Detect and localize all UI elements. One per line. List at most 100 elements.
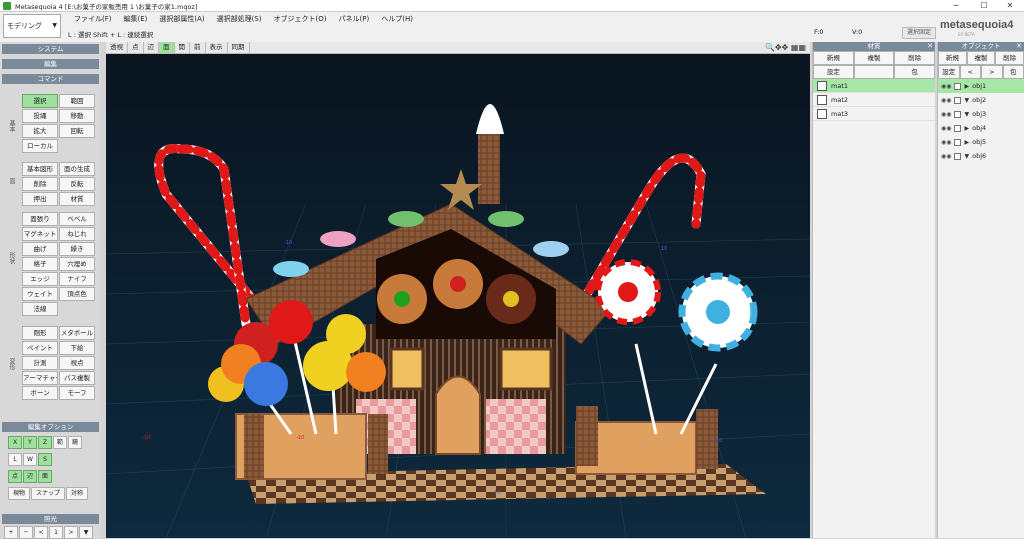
sculpt-button[interactable]: 剛形 <box>22 326 58 340</box>
material-settings-button[interactable]: 設定 <box>813 65 854 79</box>
add-light-button[interactable]: + <box>4 526 18 539</box>
view-edge-button[interactable]: 辺 <box>144 42 160 53</box>
perspective-button[interactable]: 透視 <box>106 42 128 53</box>
object-item[interactable]: ◉◉▶obj5 <box>938 135 1024 149</box>
menu-file[interactable]: ファイル(F) <box>68 14 118 25</box>
close-button[interactable]: ✕ <box>996 0 1024 12</box>
vertex-toggle[interactable]: 点 <box>8 470 22 483</box>
move-button[interactable]: 移動 <box>59 109 95 123</box>
local-button[interactable]: ローカル <box>22 139 58 153</box>
lock-checkbox[interactable] <box>954 97 961 104</box>
system-header[interactable]: システム <box>2 44 99 54</box>
expand-icon[interactable]: ▶ <box>964 125 969 132</box>
metaball-button[interactable]: メタボール <box>59 326 95 340</box>
remove-light-button[interactable]: ─ <box>19 526 33 539</box>
bone-button[interactable]: ボーン <box>22 386 58 400</box>
axis-z-toggle[interactable]: Z <box>38 436 52 449</box>
underlay-button[interactable]: 下絵 <box>59 341 95 355</box>
command-header[interactable]: コマンド <box>2 74 99 84</box>
edge-button[interactable]: エッジ <box>22 272 58 286</box>
material-item[interactable]: mat1 <box>813 79 935 93</box>
material-item[interactable]: mat2 <box>813 93 935 107</box>
extrude-button[interactable]: 押出 <box>22 192 58 206</box>
light-menu-button[interactable]: ▼ <box>79 526 93 539</box>
object-wrap-button[interactable]: 包 <box>1003 65 1024 79</box>
close-icon[interactable]: ✕ <box>1016 42 1022 51</box>
snap-button[interactable]: スナップ <box>31 487 65 500</box>
range-toggle[interactable]: 範 <box>53 436 67 449</box>
current-button[interactable]: 現物 <box>8 487 30 500</box>
mode-select[interactable]: モデリング ▼ <box>3 14 61 38</box>
magnet-button[interactable]: マグネット <box>22 227 58 241</box>
visibility-icon[interactable]: ◉◉ <box>941 153 951 160</box>
object-up-button[interactable]: < <box>960 65 982 79</box>
world-coord-toggle[interactable]: W <box>23 453 37 466</box>
lock-checkbox[interactable] <box>954 83 961 90</box>
object-item[interactable]: ◉◉▶obj1 <box>938 79 1024 93</box>
screen-coord-toggle[interactable]: S <box>38 453 52 466</box>
edge-toggle[interactable]: 辺 <box>23 470 37 483</box>
menu-selection-proc[interactable]: 選択部処理(S) <box>211 14 268 25</box>
knife-button[interactable]: ナイフ <box>59 272 95 286</box>
edit-options-header[interactable]: 編集オプション <box>2 422 99 432</box>
select-button[interactable]: 選択 <box>22 94 58 108</box>
light-index[interactable]: 1 <box>49 526 63 539</box>
material-wrap-button[interactable]: 包 <box>894 65 935 79</box>
lock-checkbox[interactable] <box>954 111 961 118</box>
view-nav-icons[interactable]: 🔍✥✥ ▦▦ <box>765 42 806 53</box>
visibility-icon[interactable]: ◉◉ <box>941 125 951 132</box>
object-duplicate-button[interactable]: 複製 <box>967 51 996 65</box>
visibility-icon[interactable]: ◉◉ <box>941 139 951 146</box>
view-front-button[interactable]: 前 <box>190 42 206 53</box>
expand-icon[interactable]: ▼ <box>964 111 969 118</box>
bend-button[interactable]: 曲げ <box>22 242 58 256</box>
morph-button[interactable]: モーフ <box>59 386 95 400</box>
armature-button[interactable]: アーマチャー <box>22 371 58 385</box>
lattice-button[interactable]: 格子 <box>22 257 58 271</box>
object-new-button[interactable]: 新規 <box>938 51 967 65</box>
create-face-button[interactable]: 面の生成 <box>59 162 95 176</box>
material-item[interactable]: mat3 <box>813 107 935 121</box>
menu-panel[interactable]: パネル(P) <box>333 14 376 25</box>
delete-button[interactable]: 削除 <box>22 177 58 191</box>
hole-fill-button[interactable]: 穴埋め <box>59 257 95 271</box>
visibility-icon[interactable]: ◉◉ <box>941 83 951 90</box>
view-face-button[interactable]: 面 <box>159 42 175 53</box>
close-icon[interactable]: ✕ <box>927 42 933 51</box>
object-item[interactable]: ◉◉▼obj3 <box>938 107 1024 121</box>
prev-light-button[interactable]: < <box>34 526 48 539</box>
lasso-button[interactable]: 投縄 <box>22 109 58 123</box>
menu-help[interactable]: ヘルプ(H) <box>375 14 419 25</box>
object-down-button[interactable]: > <box>981 65 1003 79</box>
visibility-icon[interactable]: ◉◉ <box>941 111 951 118</box>
object-item[interactable]: ◉◉▼obj2 <box>938 93 1024 107</box>
symmetry-button[interactable]: 対称 <box>66 487 88 500</box>
paint-button[interactable]: ペイント <box>22 341 58 355</box>
rotate-button[interactable]: 回転 <box>59 124 95 138</box>
view-display-button[interactable]: 表示 <box>206 42 228 53</box>
normal-button[interactable]: 法線 <box>22 302 58 316</box>
menu-edit[interactable]: 編集(E) <box>118 14 154 25</box>
object-item[interactable]: ◉◉▼obj6 <box>938 149 1024 163</box>
lock-checkbox[interactable] <box>954 125 961 132</box>
range-button[interactable]: 範囲 <box>59 94 95 108</box>
scale-button[interactable]: 拡大 <box>22 124 58 138</box>
local-coord-toggle[interactable]: L <box>8 453 22 466</box>
primitive-button[interactable]: 基本図形 <box>22 162 58 176</box>
expand-icon[interactable]: ▼ <box>964 97 969 104</box>
flip-button[interactable]: 反転 <box>59 177 95 191</box>
face-toggle[interactable]: 面 <box>38 470 52 483</box>
weight-button[interactable]: ウェイト <box>22 287 58 301</box>
expand-icon[interactable]: ▼ <box>964 153 969 160</box>
lock-checkbox[interactable] <box>954 153 961 160</box>
object-settings-button[interactable]: 設定 <box>938 65 960 79</box>
view-open-button[interactable]: 開 <box>175 42 191 53</box>
selection-lock-button[interactable]: 選択固定 <box>902 27 936 39</box>
view-vertex-button[interactable]: 点 <box>128 42 144 53</box>
face-fill-button[interactable]: 面張り <box>22 212 58 226</box>
menu-object[interactable]: オブジェクト(O) <box>268 14 333 25</box>
material-delete-button[interactable]: 削除 <box>894 51 935 65</box>
minimize-button[interactable]: ─ <box>942 0 970 12</box>
bevel-button[interactable]: ベベル <box>59 212 95 226</box>
axis-x-toggle[interactable]: X <box>8 436 22 449</box>
